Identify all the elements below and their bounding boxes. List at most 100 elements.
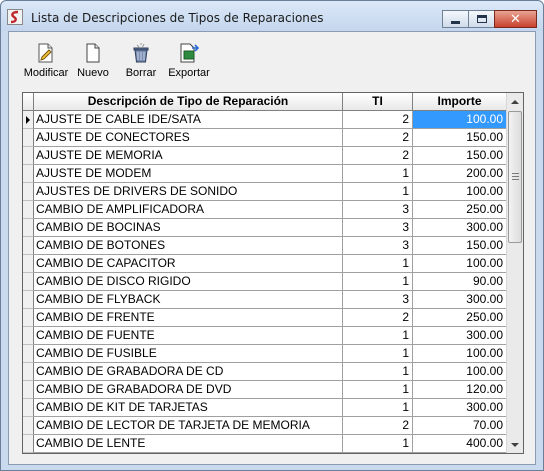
cell-ti[interactable]: 3 bbox=[343, 201, 413, 219]
scroll-thumb[interactable] bbox=[508, 111, 522, 243]
cell-descripcion[interactable]: CAMBIO DE KIT DE TARJETAS bbox=[34, 399, 343, 417]
cell-importe[interactable]: 300.00 bbox=[413, 291, 507, 309]
cell-descripcion[interactable]: CAMBIO DE CAPACITOR bbox=[34, 255, 343, 273]
table-row[interactable]: CAMBIO DE DISCO RIGIDO 1 90.00 bbox=[23, 273, 507, 291]
exportar-button[interactable]: Exportar bbox=[167, 40, 211, 86]
table-row[interactable]: CAMBIO DE FUENTE 1 300.00 bbox=[23, 327, 507, 345]
row-indicator[interactable] bbox=[23, 201, 34, 219]
cell-descripcion[interactable]: CAMBIO DE FUSIBLE bbox=[34, 345, 343, 363]
cell-importe[interactable]: 300.00 bbox=[413, 327, 507, 345]
cell-ti[interactable]: 1 bbox=[343, 399, 413, 417]
table-row[interactable]: AJUSTE DE CONECTORES 2 150.00 bbox=[23, 129, 507, 147]
row-indicator[interactable] bbox=[23, 417, 34, 435]
column-header-ti[interactable]: TI bbox=[343, 93, 413, 111]
cell-importe[interactable]: 100.00 bbox=[413, 111, 507, 129]
row-indicator[interactable] bbox=[23, 147, 34, 165]
table-row[interactable]: CAMBIO DE BOCINAS 3 300.00 bbox=[23, 219, 507, 237]
table-row[interactable]: CAMBIO DE LECTOR DE TARJETA DE MEMORIA 2 7… bbox=[23, 417, 507, 435]
row-indicator[interactable] bbox=[23, 129, 34, 147]
cell-descripcion[interactable]: AJUSTE DE CABLE IDE/SATA bbox=[34, 111, 343, 129]
table-row[interactable]: CAMBIO DE FLYBACK 3 300.00 bbox=[23, 291, 507, 309]
row-indicator[interactable] bbox=[23, 219, 34, 237]
column-header-importe[interactable]: Importe bbox=[413, 93, 507, 111]
table-row[interactable]: CAMBIO DE FUSIBLE 1 100.00 bbox=[23, 345, 507, 363]
row-indicator[interactable] bbox=[23, 291, 34, 309]
row-indicator[interactable] bbox=[23, 309, 34, 327]
minimize-button[interactable] bbox=[442, 10, 469, 28]
cell-descripcion[interactable]: CAMBIO DE BOCINAS bbox=[34, 219, 343, 237]
cell-importe[interactable]: 120.00 bbox=[413, 381, 507, 399]
cell-ti[interactable]: 3 bbox=[343, 237, 413, 255]
cell-ti[interactable]: 1 bbox=[343, 327, 413, 345]
scroll-up-button[interactable] bbox=[507, 93, 523, 110]
row-indicator[interactable] bbox=[23, 255, 34, 273]
cell-descripcion[interactable]: AJUSTE DE MODEM bbox=[34, 165, 343, 183]
cell-importe[interactable]: 150.00 bbox=[413, 147, 507, 165]
cell-ti[interactable]: 3 bbox=[343, 219, 413, 237]
table-row[interactable]: CAMBIO DE AMPLIFICADORA 3 250.00 bbox=[23, 201, 507, 219]
table-row[interactable]: CAMBIO DE GRABADORA DE CD 1 100.00 bbox=[23, 363, 507, 381]
cell-descripcion[interactable]: CAMBIO DE FLYBACK bbox=[34, 291, 343, 309]
table-row[interactable]: AJUSTE DE MODEM 1 200.00 bbox=[23, 165, 507, 183]
cell-ti[interactable]: 1 bbox=[343, 345, 413, 363]
cell-descripcion[interactable]: AJUSTE DE MEMORIA bbox=[34, 147, 343, 165]
cell-ti[interactable]: 1 bbox=[343, 255, 413, 273]
column-header-descripcion[interactable]: Descripción de Tipo de Reparación bbox=[34, 93, 343, 111]
cell-ti[interactable]: 1 bbox=[343, 165, 413, 183]
table-row[interactable]: AJUSTE DE MEMORIA 2 150.00 bbox=[23, 147, 507, 165]
row-indicator[interactable] bbox=[23, 327, 34, 345]
scroll-down-button[interactable] bbox=[507, 436, 523, 453]
table-row[interactable]: CAMBIO DE LENTE 1 400.00 bbox=[23, 435, 507, 453]
cell-importe[interactable]: 100.00 bbox=[413, 345, 507, 363]
maximize-button[interactable] bbox=[468, 10, 495, 28]
row-indicator[interactable] bbox=[23, 363, 34, 381]
repair-types-grid[interactable]: Descripción de Tipo de Reparación TI Imp… bbox=[22, 92, 524, 454]
cell-ti[interactable]: 3 bbox=[343, 291, 413, 309]
row-indicator[interactable] bbox=[23, 381, 34, 399]
cell-descripcion[interactable]: AJUSTE DE CONECTORES bbox=[34, 129, 343, 147]
table-row[interactable]: CAMBIO DE KIT DE TARJETAS 1 300.00 bbox=[23, 399, 507, 417]
cell-descripcion[interactable]: CAMBIO DE GRABADORA DE DVD bbox=[34, 381, 343, 399]
modificar-button[interactable]: Modificar bbox=[21, 40, 71, 86]
cell-descripcion[interactable]: CAMBIO DE FUENTE bbox=[34, 327, 343, 345]
cell-ti[interactable]: 1 bbox=[343, 273, 413, 291]
cell-importe[interactable]: 300.00 bbox=[413, 399, 507, 417]
row-indicator[interactable] bbox=[23, 165, 34, 183]
cell-descripcion[interactable]: CAMBIO DE DISCO RIGIDO bbox=[34, 273, 343, 291]
cell-ti[interactable]: 1 bbox=[343, 363, 413, 381]
title-bar[interactable]: Lista de Descripciones de Tipos de Repar… bbox=[1, 1, 543, 31]
cell-importe[interactable]: 100.00 bbox=[413, 255, 507, 273]
row-indicator[interactable] bbox=[23, 345, 34, 363]
row-indicator[interactable] bbox=[23, 183, 34, 201]
cell-importe[interactable]: 200.00 bbox=[413, 165, 507, 183]
table-row[interactable]: AJUSTE DE CABLE IDE/SATA 2 100.00 bbox=[23, 111, 507, 129]
cell-importe[interactable]: 400.00 bbox=[413, 435, 507, 453]
table-row[interactable]: CAMBIO DE BOTONES 3 150.00 bbox=[23, 237, 507, 255]
borrar-button[interactable]: Borrar bbox=[122, 40, 160, 86]
cell-descripcion[interactable]: CAMBIO DE LECTOR DE TARJETA DE MEMORIA bbox=[34, 417, 343, 435]
cell-descripcion[interactable]: CAMBIO DE GRABADORA DE CD bbox=[34, 363, 343, 381]
cell-ti[interactable]: 1 bbox=[343, 381, 413, 399]
close-button[interactable]: ✕ bbox=[494, 10, 537, 28]
cell-ti[interactable]: 2 bbox=[343, 111, 413, 129]
cell-descripcion[interactable]: CAMBIO DE AMPLIFICADORA bbox=[34, 201, 343, 219]
row-indicator[interactable] bbox=[23, 435, 34, 453]
cell-importe[interactable]: 300.00 bbox=[413, 219, 507, 237]
table-row[interactable]: CAMBIO DE CAPACITOR 1 100.00 bbox=[23, 255, 507, 273]
cell-importe[interactable]: 150.00 bbox=[413, 237, 507, 255]
cell-ti[interactable]: 2 bbox=[343, 147, 413, 165]
cell-importe[interactable]: 100.00 bbox=[413, 363, 507, 381]
cell-ti[interactable]: 2 bbox=[343, 417, 413, 435]
cell-importe[interactable]: 100.00 bbox=[413, 183, 507, 201]
cell-descripcion[interactable]: AJUSTES DE DRIVERS DE SONIDO bbox=[34, 183, 343, 201]
row-indicator[interactable] bbox=[23, 111, 34, 129]
nuevo-button[interactable]: Nuevo bbox=[75, 40, 111, 86]
cell-importe[interactable]: 250.00 bbox=[413, 309, 507, 327]
row-indicator[interactable] bbox=[23, 273, 34, 291]
row-indicator[interactable] bbox=[23, 237, 34, 255]
row-indicator[interactable] bbox=[23, 399, 34, 417]
cell-importe[interactable]: 90.00 bbox=[413, 273, 507, 291]
cell-descripcion[interactable]: CAMBIO DE FRENTE bbox=[34, 309, 343, 327]
cell-ti[interactable]: 2 bbox=[343, 309, 413, 327]
cell-descripcion[interactable]: CAMBIO DE BOTONES bbox=[34, 237, 343, 255]
